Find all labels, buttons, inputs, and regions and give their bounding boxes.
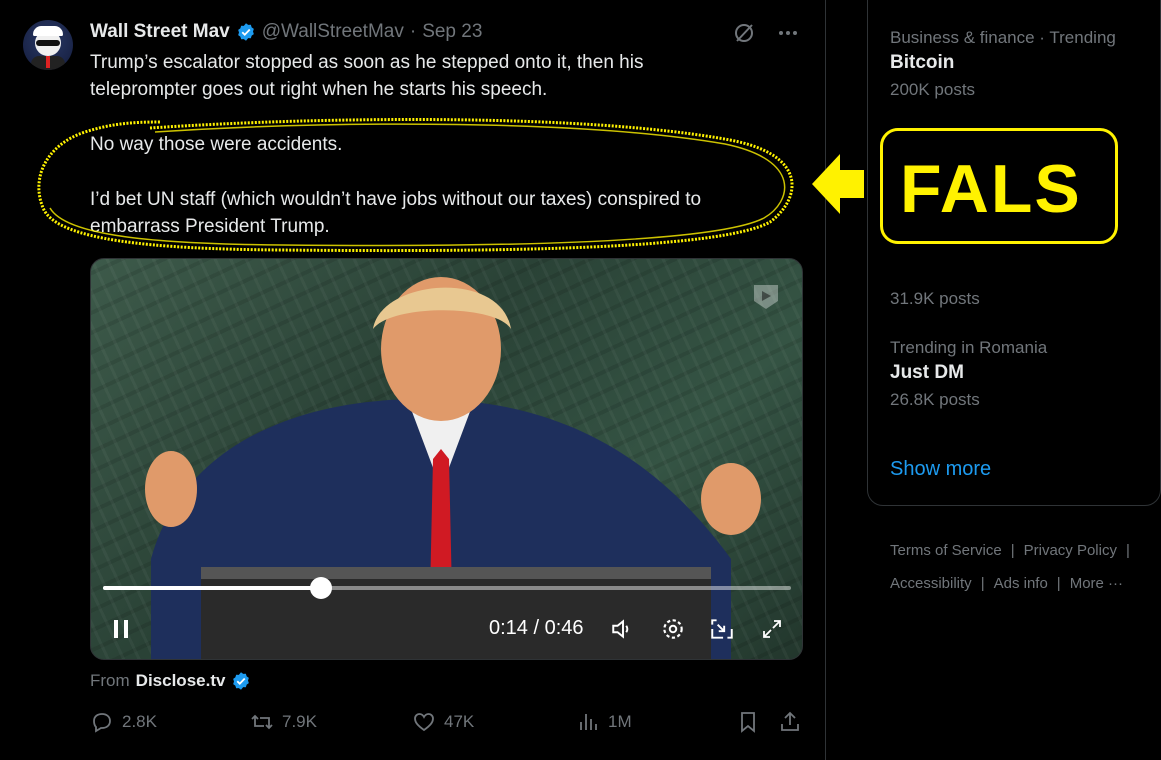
privacy-link[interactable]: Privacy Policy (1024, 542, 1117, 559)
tweet-text-line: teleprompter goes out right when he star… (90, 79, 548, 100)
trend-item-just-dm[interactable]: Trending in Romania Just DM 26.8K posts (890, 338, 1047, 410)
analytics-icon (580, 714, 597, 730)
tweet-header: Wall Street Mav @WallStreetMav · Sep 23 (90, 20, 482, 44)
volume-icon[interactable] (609, 615, 637, 643)
tweet-text-line: embarrass President Trump. (90, 216, 330, 237)
settings-gear-icon[interactable] (659, 615, 687, 643)
terms-link[interactable]: Terms of Service (890, 542, 1002, 559)
reply-count: 2.8K (122, 712, 157, 731)
header-separator: · (409, 21, 417, 42)
video-source-logo-icon (754, 285, 778, 309)
accessibility-link[interactable]: Accessibility (890, 575, 972, 592)
repost-count: 7.9K (282, 712, 317, 731)
video-player[interactable]: 0:14 / 0:46 (90, 258, 803, 660)
tweet-text-line: No way those were accidents. (90, 134, 343, 155)
source-account-link[interactable]: Disclose.tv (136, 671, 226, 691)
heart-icon (414, 713, 434, 732)
video-scrubber-handle[interactable] (310, 577, 333, 599)
grok-icon[interactable] (731, 20, 757, 46)
show-more-link[interactable]: Show more (890, 458, 991, 481)
header-actions (731, 20, 801, 46)
verified-badge-icon (237, 23, 254, 41)
more-options-icon[interactable] (775, 20, 801, 46)
video-controls: 0:14 / 0:46 (91, 611, 802, 647)
repost-icon (251, 714, 273, 730)
trend-item-bitcoin[interactable]: Business & finance · Trending Bitcoin 20… (890, 28, 1116, 100)
trend-post-count: 26.8K posts (890, 390, 980, 409)
video-attribution: From Disclose.tv (90, 671, 251, 691)
video-progress-bar[interactable] (103, 577, 791, 599)
reply-button[interactable]: 2.8K (90, 710, 157, 734)
trend-item-hidden[interactable]: 31.9K posts (890, 283, 980, 309)
footer-separator: | (1125, 542, 1130, 559)
yellow-arrow-icon (812, 154, 864, 214)
trend-category: Trending in Romania (890, 338, 1048, 357)
footer-links: Terms of Service | Privacy Policy | Accessi… (890, 534, 1155, 600)
speaker-silhouette (145, 277, 761, 659)
from-label: From (90, 671, 130, 690)
video-progress-fill (103, 586, 322, 590)
share-icon (781, 711, 799, 731)
source-verified-badge-icon (233, 672, 250, 690)
trend-post-count: 31.9K posts (890, 289, 980, 308)
tweet-text-line: Trump’s escalator stopped as soon as he … (90, 52, 644, 73)
ads-info-link[interactable]: Ads info (994, 575, 1048, 592)
pause-icon[interactable] (107, 615, 135, 643)
bookmark-icon (741, 712, 755, 733)
author-name[interactable]: Wall Street Mav (90, 21, 230, 43)
bookmark-button[interactable] (736, 710, 760, 734)
trend-title: Bitcoin (890, 52, 955, 73)
fullscreen-icon[interactable] (758, 615, 786, 643)
like-button[interactable]: 47K (412, 710, 474, 734)
tweet-actions: 2.8K 7.9K 47K 1M (90, 710, 810, 740)
share-button[interactable] (778, 710, 802, 734)
author-handle[interactable]: @WallStreetMav (262, 21, 404, 43)
tweet-card[interactable]: Wall Street Mav @WallStreetMav · Sep 23 … (0, 0, 826, 760)
annotation-label: FALS (900, 151, 1082, 227)
more-link[interactable]: More ··· (1070, 575, 1123, 592)
view-count: 1M (608, 712, 632, 731)
picture-in-picture-icon[interactable] (708, 615, 736, 643)
reply-icon (93, 713, 111, 733)
author-avatar[interactable] (23, 20, 73, 70)
trend-title: Just DM (890, 362, 964, 383)
video-time: 0:14 / 0:46 (489, 617, 584, 639)
trend-category: Business & finance · Trending (890, 28, 1116, 47)
footer-separator: | (980, 575, 985, 592)
footer-separator: | (1056, 575, 1061, 592)
footer-separator: | (1010, 542, 1015, 559)
repost-button[interactable]: 7.9K (250, 710, 317, 734)
tweet-text-line: I’d bet UN staff (which wouldn’t have jo… (90, 189, 702, 210)
trend-post-count: 200K posts (890, 80, 976, 99)
tweet-date[interactable]: Sep 23 (422, 21, 482, 43)
like-count: 47K (444, 712, 475, 731)
views-button[interactable]: 1M (576, 710, 632, 734)
